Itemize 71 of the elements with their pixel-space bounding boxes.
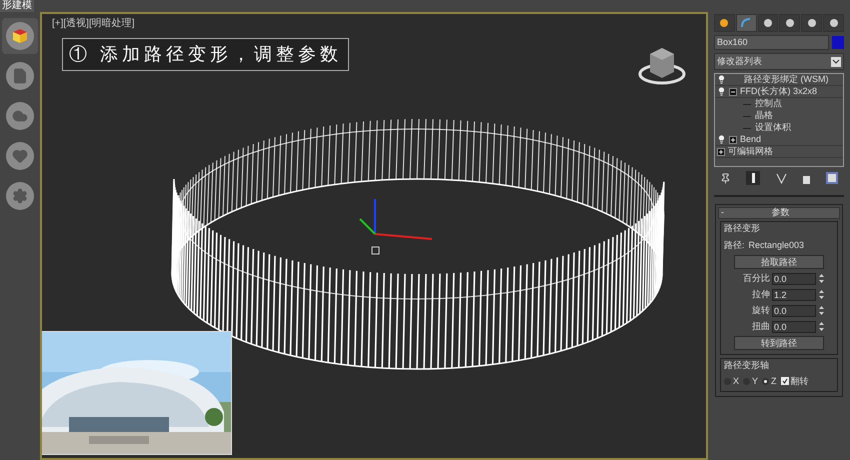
spinner-field[interactable]: 0.0	[772, 272, 816, 284]
panel-tab[interactable]	[823, 14, 844, 32]
sub-object-item[interactable]: 晶格	[755, 109, 773, 123]
spinner-arrows-icon[interactable]	[818, 289, 825, 300]
axis-radio[interactable]: Y	[743, 374, 758, 388]
heart-icon	[12, 148, 28, 164]
object-name-field[interactable]: Box160	[714, 35, 829, 50]
spinner-label: 扭曲	[751, 320, 770, 333]
caption-box: ① 添加路径变形，调整参数	[62, 38, 350, 71]
rollout-title: 参数	[770, 206, 790, 220]
lightbulb-icon[interactable]	[717, 135, 726, 144]
viewport-label[interactable]: [透视]	[63, 16, 89, 31]
sub-object-item[interactable]: 设置体积	[755, 121, 791, 135]
modifier-list-dropdown[interactable]: 修改器列表	[714, 53, 844, 70]
pin-icon[interactable]	[720, 172, 731, 184]
color-swatch[interactable]	[832, 36, 844, 49]
modifier-stack-item[interactable]: 可编辑网格	[715, 146, 843, 158]
panel-tab[interactable]	[736, 14, 757, 32]
spinner-label: 拉伸	[751, 288, 770, 301]
expand-icon[interactable]	[717, 148, 725, 156]
modifier-stack-item[interactable]: 路径变形绑定 (WSM)	[715, 74, 843, 86]
show-end-result-button[interactable]	[746, 171, 760, 185]
expand-icon[interactable]	[729, 136, 737, 144]
axis-radio[interactable]: X	[724, 374, 740, 388]
spinner-label: 百分比	[742, 272, 770, 285]
path-value: Rectangle003	[748, 238, 804, 252]
pick-path-button[interactable]: 拾取路径	[734, 255, 824, 269]
fork-icon[interactable]	[776, 172, 786, 184]
document-icon	[12, 68, 28, 84]
spinner-label: 旋转	[751, 304, 770, 317]
viewport-label[interactable]: [+]	[52, 16, 64, 31]
lightbulb-icon[interactable]	[717, 75, 726, 84]
sub-object-item[interactable]: 控制点	[755, 97, 782, 111]
panel-tab[interactable]	[779, 14, 800, 32]
collapse-toggle[interactable]: -	[721, 206, 724, 220]
panel-tab[interactable]	[714, 14, 735, 32]
lightbulb-icon[interactable]	[717, 87, 726, 96]
sun-icon	[718, 17, 730, 29]
spinner-field[interactable]: 0.0	[772, 320, 816, 332]
viewport-label[interactable]: [明暗处理]	[88, 16, 135, 31]
transform-gizmo-icon	[359, 199, 432, 254]
box-icon	[11, 27, 29, 45]
settings-icon	[12, 188, 28, 204]
configure-icon[interactable]	[826, 172, 838, 184]
spinner-field[interactable]: 1.2	[772, 288, 816, 300]
sidebar-item[interactable]	[2, 18, 38, 54]
spinner-arrows-icon[interactable]	[818, 321, 825, 332]
panel-tab[interactable]	[758, 14, 778, 32]
spinner-arrows-icon[interactable]	[818, 305, 825, 316]
modifier-stack-item[interactable]: FFD(长方体) 3x2x8	[715, 86, 843, 98]
axis-radio[interactable]: Z	[762, 374, 777, 388]
spinner-arrows-icon[interactable]	[818, 273, 825, 284]
check-icon	[782, 378, 788, 384]
rollout-header[interactable]: - 参数	[718, 207, 840, 219]
spinner-field[interactable]: 0.0	[772, 304, 816, 316]
toolbar-label: 形建模	[0, 0, 34, 12]
panel-tab[interactable]	[801, 14, 822, 32]
to-path-button[interactable]: 转到路径	[734, 336, 824, 350]
flip-checkbox[interactable]: 翻转	[780, 374, 809, 388]
viewport[interactable]: [+][透视][明暗处理] ① 添加路径变形，调整参数	[40, 12, 708, 460]
circle-icon	[784, 17, 796, 29]
path-label: 路径:	[724, 238, 745, 252]
modifier-stack-item[interactable]: Bend	[715, 134, 843, 146]
dropdown-arrow-icon	[831, 56, 841, 66]
group-title: 路径变形轴	[724, 359, 770, 372]
bar-icon	[752, 173, 755, 183]
modify-icon	[740, 17, 752, 29]
collapse-icon[interactable]	[729, 88, 737, 96]
cloud-icon	[12, 108, 28, 124]
group-title: 路径变形	[724, 222, 761, 235]
view-cube-icon	[638, 48, 686, 84]
